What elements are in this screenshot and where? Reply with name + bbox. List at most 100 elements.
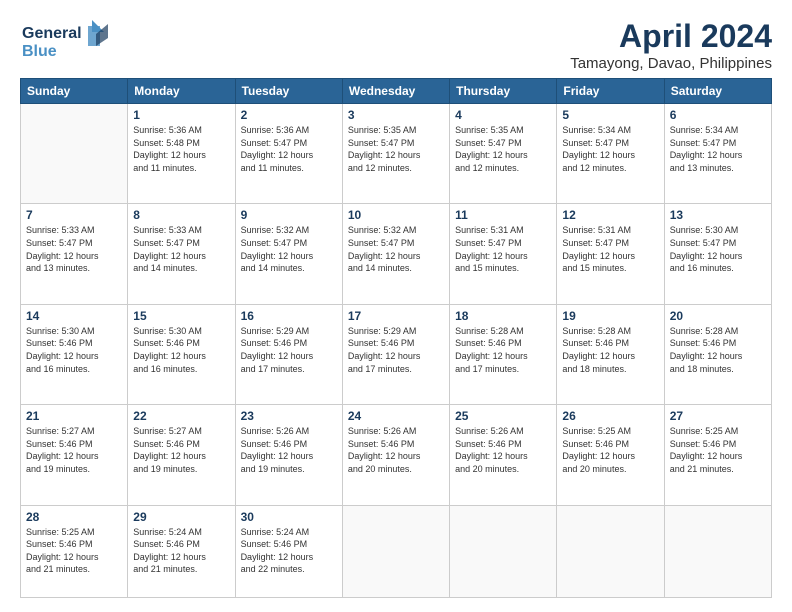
- week-row-4: 21 Sunrise: 5:27 AM Sunset: 5:46 PM Dayli…: [21, 405, 772, 505]
- calendar-cell: 6 Sunrise: 5:34 AM Sunset: 5:47 PM Daylig…: [664, 104, 771, 204]
- day-number: 17: [348, 309, 444, 323]
- day-number: 18: [455, 309, 551, 323]
- day-info: Sunrise: 5:25 AM Sunset: 5:46 PM Dayligh…: [562, 425, 658, 475]
- day-info: Sunrise: 5:35 AM Sunset: 5:47 PM Dayligh…: [348, 124, 444, 174]
- calendar-cell: 25 Sunrise: 5:26 AM Sunset: 5:46 PM Dayli…: [450, 405, 557, 505]
- title-block: April 2024 Tamayong, Davao, Philippines: [570, 18, 772, 72]
- day-number: 16: [241, 309, 337, 323]
- calendar-cell: 12Sunrise: 5:31 AM Sunset: 5:47 PM Dayli…: [557, 204, 664, 304]
- day-info: Sunrise: 5:30 AM Sunset: 5:46 PM Dayligh…: [26, 325, 122, 375]
- logo-svg: General Blue: [20, 18, 110, 62]
- day-info: Sunrise: 5:25 AM Sunset: 5:46 PM Dayligh…: [26, 526, 122, 576]
- page: General Blue April 2024 Tamayong, Davao,…: [0, 0, 792, 612]
- day-info: Sunrise: 5:29 AM Sunset: 5:46 PM Dayligh…: [348, 325, 444, 375]
- day-number: 2: [241, 108, 337, 122]
- day-info: Sunrise: 5:36 AM Sunset: 5:48 PM Dayligh…: [133, 124, 229, 174]
- day-number: 22: [133, 409, 229, 423]
- logo: General Blue: [20, 18, 110, 62]
- calendar-cell: [342, 505, 449, 597]
- day-info: Sunrise: 5:27 AM Sunset: 5:46 PM Dayligh…: [26, 425, 122, 475]
- calendar-cell: 2 Sunrise: 5:36 AM Sunset: 5:47 PM Daylig…: [235, 104, 342, 204]
- calendar-cell: 29Sunrise: 5:24 AM Sunset: 5:46 PM Dayli…: [128, 505, 235, 597]
- day-number: 26: [562, 409, 658, 423]
- header: General Blue April 2024 Tamayong, Davao,…: [20, 18, 772, 72]
- calendar-cell: 7 Sunrise: 5:33 AM Sunset: 5:47 PM Daylig…: [21, 204, 128, 304]
- day-info: Sunrise: 5:28 AM Sunset: 5:46 PM Dayligh…: [455, 325, 551, 375]
- calendar-cell: [450, 505, 557, 597]
- day-number: 7: [26, 208, 122, 222]
- day-info: Sunrise: 5:28 AM Sunset: 5:46 PM Dayligh…: [562, 325, 658, 375]
- col-saturday: Saturday: [664, 79, 771, 104]
- day-info: Sunrise: 5:24 AM Sunset: 5:46 PM Dayligh…: [241, 526, 337, 576]
- day-number: 28: [26, 510, 122, 524]
- calendar-cell: 30 Sunrise: 5:24 AM Sunset: 5:46 PM Dayli…: [235, 505, 342, 597]
- calendar-header: Sunday Monday Tuesday Wednesday Thursday…: [21, 79, 772, 104]
- day-number: 23: [241, 409, 337, 423]
- col-monday: Monday: [128, 79, 235, 104]
- calendar-cell: 16 Sunrise: 5:29 AM Sunset: 5:46 PM Dayli…: [235, 304, 342, 404]
- day-number: 14: [26, 309, 122, 323]
- calendar-cell: 3 Sunrise: 5:35 AM Sunset: 5:47 PM Daylig…: [342, 104, 449, 204]
- calendar-cell: 20Sunrise: 5:28 AM Sunset: 5:46 PM Dayli…: [664, 304, 771, 404]
- col-thursday: Thursday: [450, 79, 557, 104]
- day-number: 11: [455, 208, 551, 222]
- week-row-2: 7 Sunrise: 5:33 AM Sunset: 5:47 PM Daylig…: [21, 204, 772, 304]
- calendar-cell: 1Sunrise: 5:36 AM Sunset: 5:48 PM Daylig…: [128, 104, 235, 204]
- calendar-cell: 19 Sunrise: 5:28 AM Sunset: 5:46 PM Dayli…: [557, 304, 664, 404]
- day-info: Sunrise: 5:26 AM Sunset: 5:46 PM Dayligh…: [455, 425, 551, 475]
- day-number: 10: [348, 208, 444, 222]
- calendar-table: Sunday Monday Tuesday Wednesday Thursday…: [20, 78, 772, 598]
- day-number: 30: [241, 510, 337, 524]
- calendar-cell: 24Sunrise: 5:26 AM Sunset: 5:46 PM Dayli…: [342, 405, 449, 505]
- calendar-cell: 15 Sunrise: 5:30 AM Sunset: 5:46 PM Dayli…: [128, 304, 235, 404]
- week-row-1: 1Sunrise: 5:36 AM Sunset: 5:48 PM Daylig…: [21, 104, 772, 204]
- calendar-cell: 11Sunrise: 5:31 AM Sunset: 5:47 PM Dayli…: [450, 204, 557, 304]
- svg-text:General: General: [22, 25, 82, 42]
- day-info: Sunrise: 5:35 AM Sunset: 5:47 PM Dayligh…: [455, 124, 551, 174]
- header-row: Sunday Monday Tuesday Wednesday Thursday…: [21, 79, 772, 104]
- day-info: Sunrise: 5:33 AM Sunset: 5:47 PM Dayligh…: [133, 224, 229, 274]
- calendar-cell: 18 Sunrise: 5:28 AM Sunset: 5:46 PM Dayli…: [450, 304, 557, 404]
- calendar-cell: 28 Sunrise: 5:25 AM Sunset: 5:46 PM Dayli…: [21, 505, 128, 597]
- day-info: Sunrise: 5:27 AM Sunset: 5:46 PM Dayligh…: [133, 425, 229, 475]
- day-number: 4: [455, 108, 551, 122]
- col-tuesday: Tuesday: [235, 79, 342, 104]
- day-number: 9: [241, 208, 337, 222]
- col-friday: Friday: [557, 79, 664, 104]
- day-info: Sunrise: 5:30 AM Sunset: 5:47 PM Dayligh…: [670, 224, 766, 274]
- day-info: Sunrise: 5:25 AM Sunset: 5:46 PM Dayligh…: [670, 425, 766, 475]
- day-number: 25: [455, 409, 551, 423]
- day-number: 13: [670, 208, 766, 222]
- day-info: Sunrise: 5:34 AM Sunset: 5:47 PM Dayligh…: [670, 124, 766, 174]
- calendar-cell: 5Sunrise: 5:34 AM Sunset: 5:47 PM Daylig…: [557, 104, 664, 204]
- day-number: 8: [133, 208, 229, 222]
- day-info: Sunrise: 5:32 AM Sunset: 5:47 PM Dayligh…: [348, 224, 444, 274]
- day-number: 15: [133, 309, 229, 323]
- calendar-cell: [21, 104, 128, 204]
- calendar-cell: [557, 505, 664, 597]
- svg-text:Blue: Blue: [22, 43, 57, 60]
- subtitle: Tamayong, Davao, Philippines: [570, 55, 772, 72]
- day-info: Sunrise: 5:30 AM Sunset: 5:46 PM Dayligh…: [133, 325, 229, 375]
- calendar-body: 1Sunrise: 5:36 AM Sunset: 5:48 PM Daylig…: [21, 104, 772, 598]
- col-wednesday: Wednesday: [342, 79, 449, 104]
- calendar-cell: 10 Sunrise: 5:32 AM Sunset: 5:47 PM Dayli…: [342, 204, 449, 304]
- day-info: Sunrise: 5:29 AM Sunset: 5:46 PM Dayligh…: [241, 325, 337, 375]
- calendar-cell: 9Sunrise: 5:32 AM Sunset: 5:47 PM Daylig…: [235, 204, 342, 304]
- day-number: 29: [133, 510, 229, 524]
- day-number: 3: [348, 108, 444, 122]
- day-number: 19: [562, 309, 658, 323]
- day-info: Sunrise: 5:26 AM Sunset: 5:46 PM Dayligh…: [241, 425, 337, 475]
- day-info: Sunrise: 5:33 AM Sunset: 5:47 PM Dayligh…: [26, 224, 122, 274]
- day-info: Sunrise: 5:31 AM Sunset: 5:47 PM Dayligh…: [562, 224, 658, 274]
- main-title: April 2024: [570, 18, 772, 55]
- calendar-cell: 22 Sunrise: 5:27 AM Sunset: 5:46 PM Dayli…: [128, 405, 235, 505]
- calendar-cell: 21 Sunrise: 5:27 AM Sunset: 5:46 PM Dayli…: [21, 405, 128, 505]
- day-number: 21: [26, 409, 122, 423]
- day-info: Sunrise: 5:36 AM Sunset: 5:47 PM Dayligh…: [241, 124, 337, 174]
- calendar-cell: [664, 505, 771, 597]
- week-row-3: 14 Sunrise: 5:30 AM Sunset: 5:46 PM Dayli…: [21, 304, 772, 404]
- calendar-cell: 26 Sunrise: 5:25 AM Sunset: 5:46 PM Dayli…: [557, 405, 664, 505]
- day-number: 6: [670, 108, 766, 122]
- week-row-5: 28 Sunrise: 5:25 AM Sunset: 5:46 PM Dayli…: [21, 505, 772, 597]
